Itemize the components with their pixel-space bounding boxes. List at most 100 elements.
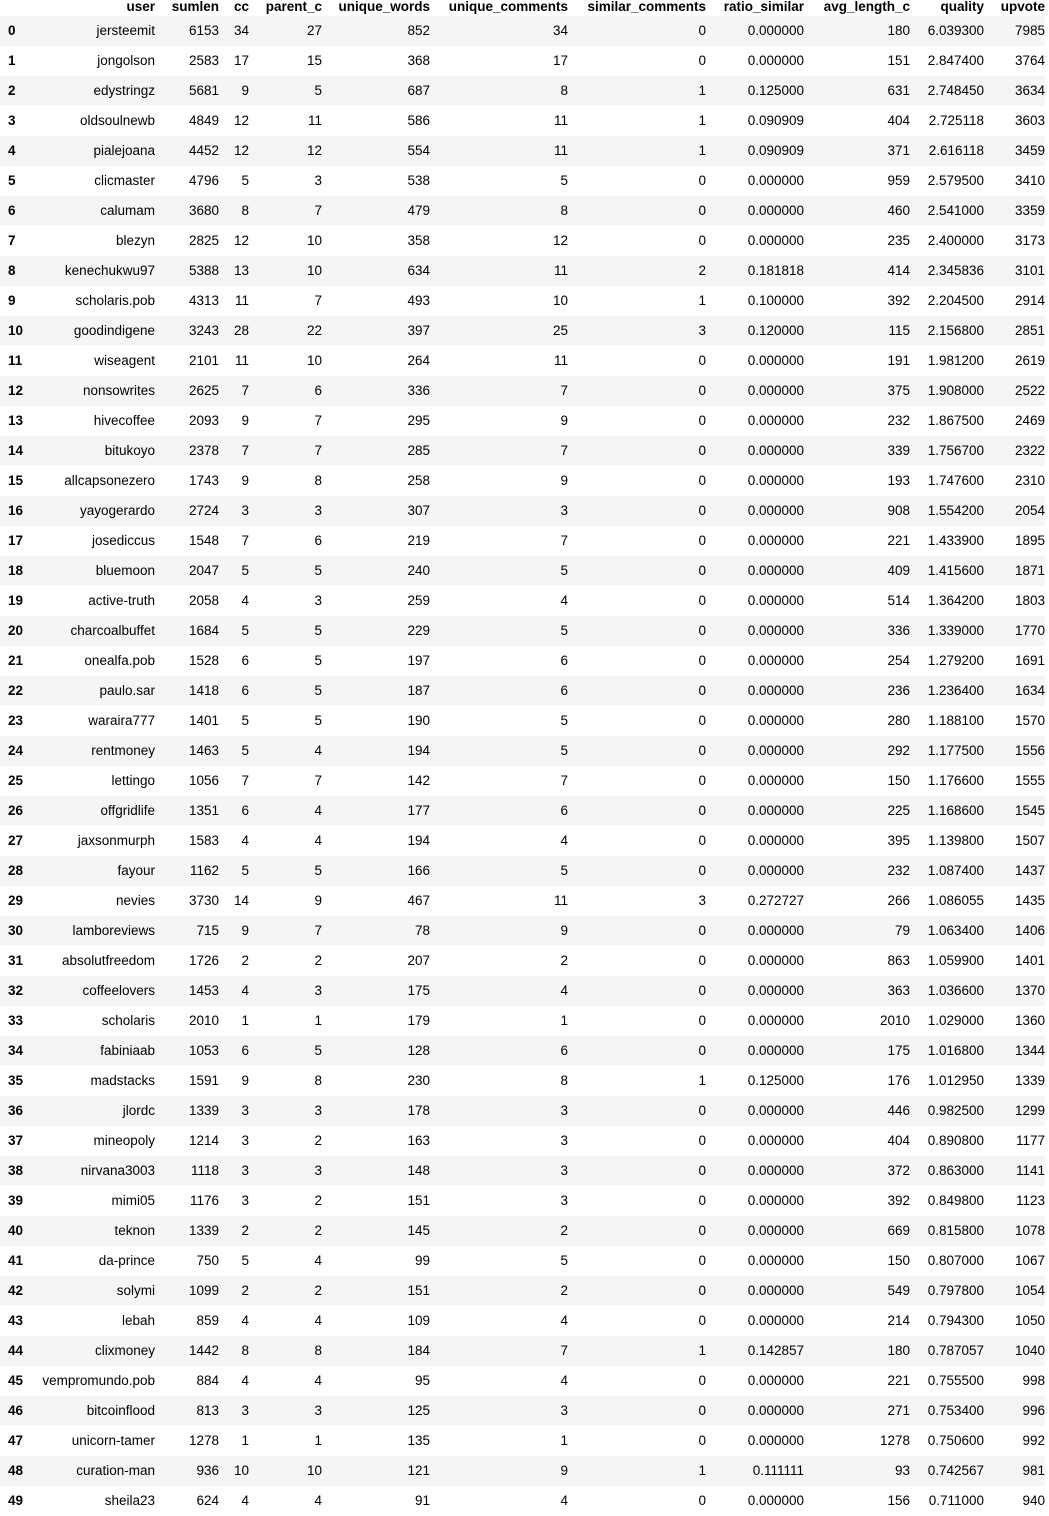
table-row: 32 coffeelovers 1453 4 3 175 4 0 0.000000 363 1.03… (0, 976, 1045, 1006)
table-cell: 2914 (1014, 293, 1045, 308)
table-cell: 1053 (188, 1043, 219, 1058)
table-cell: 280 (887, 713, 910, 728)
table-cell: 0.000000 (747, 383, 804, 398)
row-index: 4 (8, 143, 16, 158)
table-cell: 1.059900 (927, 953, 984, 968)
table-row: 39 mimi05 1176 3 2 151 3 0 0.000000 392 0.849800 11… (0, 1186, 1045, 1216)
table-cell: 0.125000 (747, 83, 804, 98)
table-row: 41 da-prince 750 5 4 99 5 0 0.000000 150 0.807000 1… (0, 1246, 1045, 1276)
table-cell: 163 (407, 1133, 430, 1148)
table-cell: 194 (407, 833, 430, 848)
table-row: 4 pialejoana 4452 12 12 554 11 1 0.090909 371 2.61… (0, 136, 1045, 166)
table-cell: 148 (407, 1163, 430, 1178)
table-cell: 884 (196, 1373, 219, 1388)
row-index: 29 (8, 893, 24, 908)
table-cell: 3 (314, 1403, 322, 1418)
table-cell: 2.748450 (927, 83, 984, 98)
table-row: 35 madstacks 1591 9 8 230 8 1 0.125000 176 1.01295… (0, 1066, 1045, 1096)
table-cell: 372 (887, 1163, 910, 1178)
table-cell: 11 (553, 893, 568, 908)
row-index: 16 (8, 503, 24, 518)
table-cell: 1743 (188, 473, 219, 488)
table-cell: 1570 (1014, 713, 1045, 728)
table-cell: 1684 (188, 623, 219, 638)
table-row: 18 bluemoon 2047 5 5 240 5 0 0.000000 409 1.415600… (0, 556, 1045, 586)
row-index: 9 (8, 293, 16, 308)
table-cell: 2851 (1014, 323, 1045, 338)
table-cell: 0.000000 (747, 1013, 804, 1028)
table-row: 0 jersteemit 6153 34 27 852 34 0 0.000000 180 6.03… (0, 16, 1045, 46)
table-cell: 1214 (188, 1133, 219, 1148)
table-cell: 3173 (1014, 233, 1045, 248)
table-cell: 1.756700 (927, 443, 984, 458)
table-cell: 235 (887, 233, 910, 248)
table-cell: 6 (314, 533, 322, 548)
table-cell: 3 (241, 1103, 249, 1118)
table-row: 40 teknon 1339 2 2 145 2 0 0.000000 669 0.815800 10… (0, 1216, 1045, 1246)
table-row: 16 yayogerardo 2724 3 3 307 3 0 0.000000 908 1.554… (0, 496, 1045, 526)
table-cell: 180 (887, 23, 910, 38)
column-header: upvote (1000, 0, 1045, 14)
table-cell: 1401 (1014, 953, 1045, 968)
table-cell: 2.204500 (927, 293, 984, 308)
table-cell: madstacks (90, 1073, 155, 1088)
row-index: 43 (8, 1313, 24, 1328)
table-cell: pialejoana (93, 143, 155, 158)
table-cell: onealfa.pob (84, 653, 155, 668)
table-cell: 0.000000 (747, 1253, 804, 1268)
table-cell: 7 (314, 203, 322, 218)
table-cell: 1691 (1014, 653, 1045, 668)
table-cell: 5 (314, 1043, 322, 1058)
table-cell: 3459 (1014, 143, 1045, 158)
table-cell: 8 (560, 83, 568, 98)
table-cell: 1 (698, 1463, 706, 1478)
table-cell: 166 (407, 863, 430, 878)
table-cell: blezyn (115, 233, 155, 248)
table-cell: 0.000000 (747, 623, 804, 638)
table-cell: 2.541000 (927, 203, 984, 218)
row-index: 12 (8, 383, 24, 398)
table-cell: kenechukwu97 (64, 263, 155, 278)
column-header: similar_comments (587, 0, 706, 14)
row-index: 0 (8, 23, 16, 38)
table-cell: 271 (887, 1403, 910, 1418)
table-cell: 6 (560, 1043, 568, 1058)
table-cell: 5 (241, 563, 249, 578)
row-index: 47 (8, 1433, 24, 1448)
table-row: 1 jongolson 2583 17 15 368 17 0 0.000000 151 2.847… (0, 46, 1045, 76)
table-cell: 95 (414, 1373, 430, 1388)
row-index: 37 (8, 1133, 24, 1148)
table-cell: 1 (314, 1433, 322, 1448)
table-cell: 1453 (188, 983, 219, 998)
table-cell: 7 (560, 383, 568, 398)
table-cell: 0 (698, 713, 706, 728)
table-cell: 5 (241, 743, 249, 758)
row-index: 2 (8, 83, 16, 98)
table-cell: 1437 (1014, 863, 1045, 878)
table-cell: 3 (560, 1403, 568, 1418)
table-cell: 0 (698, 1433, 706, 1448)
table-cell: 371 (887, 143, 910, 158)
table-cell: 4 (314, 1493, 322, 1508)
table-cell: 3 (241, 1133, 249, 1148)
table-cell: 1770 (1014, 623, 1045, 638)
table-cell: 0.000000 (747, 713, 804, 728)
table-cell: 0 (698, 1493, 706, 1508)
table-cell: 190 (407, 713, 430, 728)
table-row: 9 scholaris.pob 4313 11 7 493 10 1 0.100000 392 2.… (0, 286, 1045, 316)
table-cell: 6 (314, 383, 322, 398)
table-cell: 6 (241, 653, 249, 668)
table-cell: 0 (698, 833, 706, 848)
table-cell: 259 (407, 593, 430, 608)
table-cell: 7 (560, 1343, 568, 1358)
table-cell: 1.086055 (927, 893, 984, 908)
table-cell: 5 (560, 743, 568, 758)
column-header: quality (940, 0, 984, 14)
table-cell: 0.982500 (927, 1103, 984, 1118)
table-cell: 0 (698, 203, 706, 218)
table-cell: 2 (314, 1223, 322, 1238)
table-cell: 142 (407, 773, 430, 788)
row-index: 36 (8, 1103, 24, 1118)
table-cell: 414 (887, 263, 910, 278)
table-cell: 0.000000 (747, 1103, 804, 1118)
